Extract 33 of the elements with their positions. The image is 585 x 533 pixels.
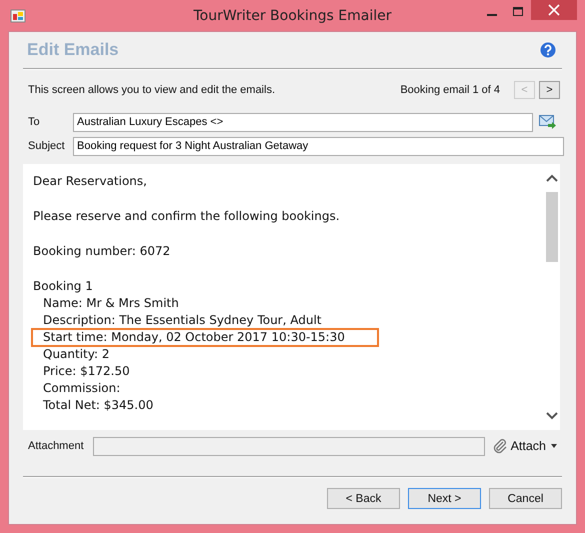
page-title: Edit Emails — [27, 40, 119, 60]
scroll-thumb[interactable] — [546, 192, 558, 262]
mail-send-icon[interactable] — [539, 115, 557, 129]
email-text: Please reserve and confirm the following bookings. — [33, 208, 341, 225]
next-email-button[interactable]: > — [539, 81, 560, 99]
booking-detail: Quantity: 2 — [43, 347, 110, 361]
booking-detail: Start time: Monday, 02 October 2017 10:30-15:30 — [43, 330, 345, 344]
attach-button[interactable]: Attach — [486, 438, 564, 454]
input-field[interactable]: Booking request for 3 Night Australian Getaway — [73, 136, 564, 156]
input-field[interactable]: Australian Luxury Escapes <> — [73, 112, 533, 132]
description-text: This screen allows you to view and edit the emails. — [28, 84, 276, 96]
close-icon[interactable] — [531, 0, 577, 20]
app-icon — [10, 8, 26, 24]
dialog-button[interactable]: Cancel — [489, 488, 562, 509]
attachment-field[interactable] — [93, 436, 485, 456]
booking-detail: Description: The Essentials Sydney Tour, Adult — [43, 313, 322, 327]
dialog-button[interactable]: Next > — [408, 488, 481, 509]
dialog-button[interactable]: < Back — [327, 488, 400, 509]
field-label: Subject — [27, 140, 66, 152]
email-text: Booking number: 6072 — [33, 243, 172, 260]
booking-detail: Price: $172.50 — [43, 364, 130, 378]
dropdown-arrow-icon — [550, 443, 558, 449]
email-text: Dear Reservations, — [33, 173, 148, 190]
window-title: TourWriter Bookings Emailer — [194, 8, 392, 24]
attachment-label: Attachment — [27, 440, 85, 452]
booking-detail: Total Net: $345.00 — [43, 398, 154, 412]
booking-heading: Booking 1 — [33, 278, 94, 295]
help-icon[interactable] — [540, 42, 556, 58]
booking-detail: Commission: — [43, 381, 120, 395]
field-label: To — [27, 116, 41, 128]
paperclip-icon — [492, 438, 507, 454]
booking-detail: Name: Mr & Mrs Smith — [43, 296, 179, 310]
pager-label: Booking email 1 of 4 — [400, 84, 500, 96]
